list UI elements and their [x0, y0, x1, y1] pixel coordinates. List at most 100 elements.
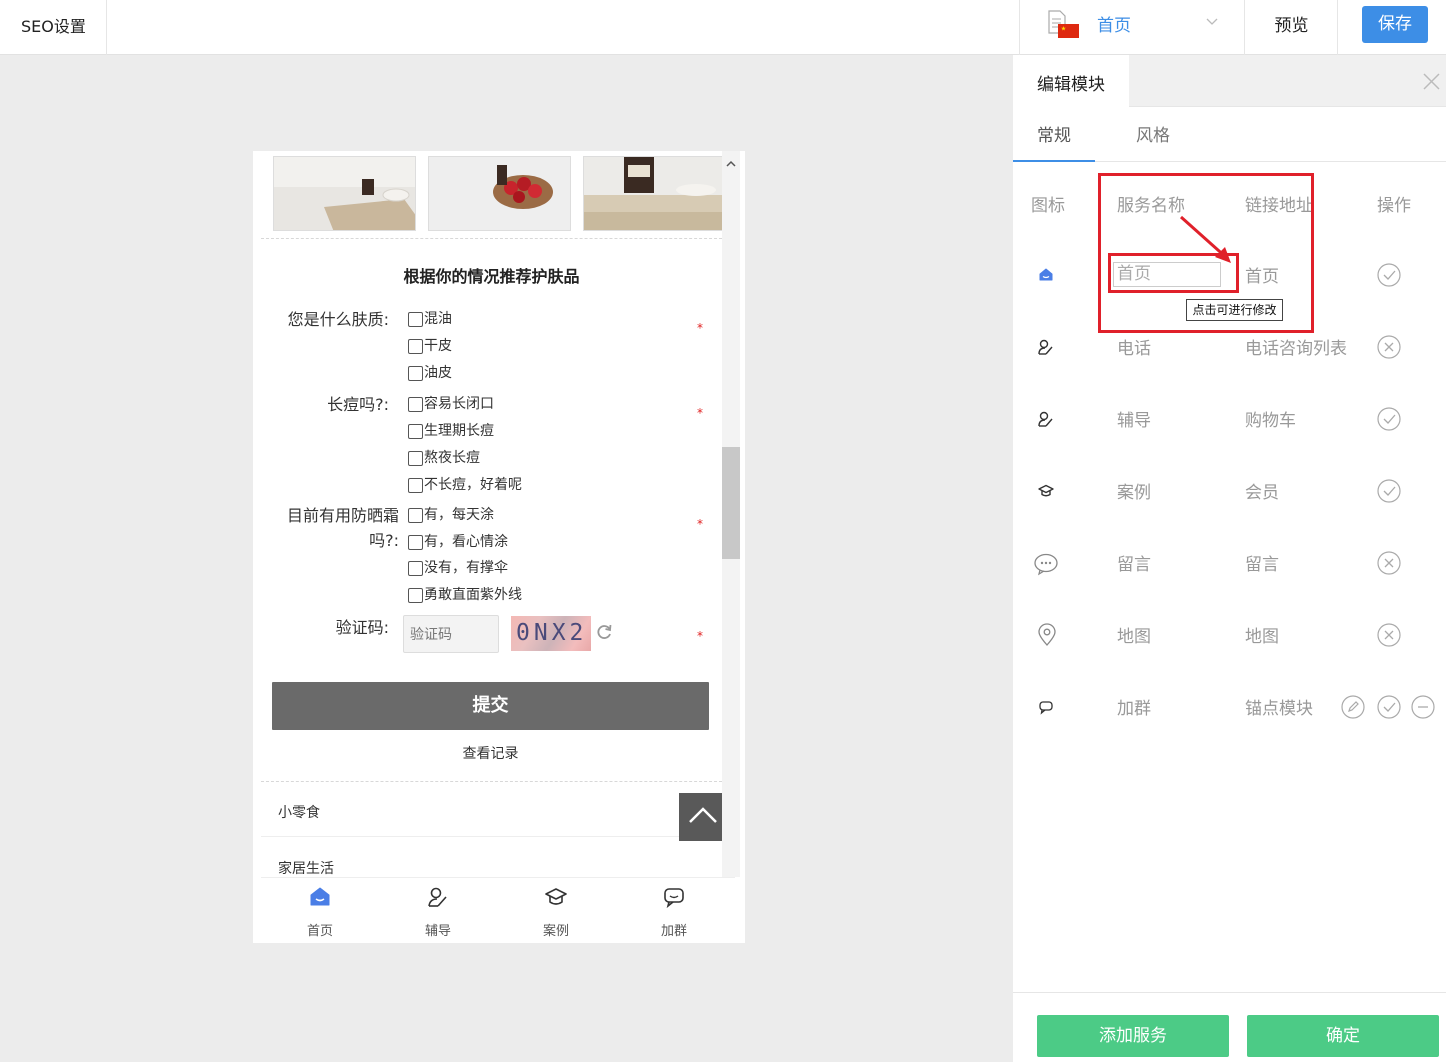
- minus-circle-icon[interactable]: [1411, 695, 1435, 719]
- service-name[interactable]: 地图: [1117, 622, 1151, 647]
- checkbox[interactable]: [408, 365, 423, 381]
- service-name[interactable]: 留言: [1117, 550, 1151, 575]
- option-label: 容易长闭口: [424, 396, 494, 412]
- required-mark: *: [697, 517, 703, 531]
- china-flag-icon: [1058, 24, 1079, 38]
- checkbox[interactable]: [408, 423, 423, 439]
- save-button[interactable]: 保存: [1362, 6, 1428, 43]
- checkbox[interactable]: [408, 477, 423, 493]
- option-label: 不长痘，好着呢: [424, 477, 522, 493]
- view-records-link[interactable]: 查看记录: [272, 743, 709, 763]
- captcha-image[interactable]: 0NX2: [511, 616, 591, 651]
- checkbox[interactable]: [408, 507, 423, 523]
- option-checkbox[interactable]: 混油: [408, 310, 452, 328]
- divider: [261, 781, 722, 782]
- back-to-top-button[interactable]: [679, 793, 727, 841]
- checkbox[interactable]: [408, 450, 423, 466]
- panel-title[interactable]: 编辑模块: [1013, 55, 1129, 108]
- top-bar: SEO设置 首页 预览 保存: [0, 0, 1446, 55]
- page-select-label: 首页: [1097, 16, 1131, 36]
- link-address[interactable]: 留言: [1245, 550, 1279, 575]
- option-checkbox[interactable]: 油皮: [408, 364, 452, 382]
- option-label: 没有，有撑伞: [424, 560, 508, 576]
- option-checkbox[interactable]: 生理期长痘: [408, 422, 494, 440]
- scrollbar-thumb[interactable]: [722, 447, 740, 559]
- user-edit-icon: [1038, 411, 1053, 427]
- chat-dots-icon: [1034, 553, 1058, 576]
- option-checkbox[interactable]: 熬夜长痘: [408, 449, 480, 467]
- option-checkbox[interactable]: 干皮: [408, 337, 452, 355]
- product-thumbnail-2[interactable]: [428, 156, 571, 231]
- tab-general[interactable]: 常规: [1013, 108, 1095, 162]
- home-icon: [310, 887, 330, 906]
- check-circle-icon[interactable]: [1377, 263, 1401, 287]
- check-circle-icon[interactable]: [1377, 407, 1401, 431]
- close-icon[interactable]: [1423, 73, 1440, 90]
- panel-subtabs: 常规 风格: [1013, 108, 1446, 162]
- link-address[interactable]: 锚点模块: [1245, 694, 1313, 719]
- link-address[interactable]: 会员: [1245, 478, 1279, 503]
- product-image-2: [429, 157, 570, 230]
- checkbox[interactable]: [408, 587, 423, 603]
- question-label-sunscreen: 目前有用防晒霜 吗?:: [263, 504, 399, 553]
- tab-home[interactable]: 首页: [261, 878, 379, 943]
- option-checkbox[interactable]: 不长痘，好着呢: [408, 476, 522, 494]
- checkbox[interactable]: [408, 560, 423, 576]
- tab-tutoring[interactable]: 辅导: [379, 878, 497, 943]
- link-address[interactable]: 购物车: [1245, 406, 1296, 431]
- service-name[interactable]: 加群: [1117, 694, 1151, 719]
- cross-circle-icon[interactable]: [1377, 335, 1401, 359]
- checkbox[interactable]: [408, 311, 423, 327]
- panel-footer: 添加服务 确定: [1013, 992, 1446, 1062]
- scrollbar[interactable]: [722, 151, 740, 877]
- refresh-icon[interactable]: [595, 623, 613, 641]
- add-service-button[interactable]: 添加服务: [1037, 1015, 1229, 1057]
- required-mark: *: [697, 406, 703, 420]
- product-thumbnail-3[interactable]: [583, 156, 726, 231]
- option-checkbox[interactable]: 勇敢直面紫外线: [408, 586, 522, 604]
- check-circle-icon[interactable]: [1377, 695, 1401, 719]
- edit-pen-icon[interactable]: [1341, 695, 1365, 719]
- option-label: 生理期长痘: [424, 423, 494, 439]
- option-label: 干皮: [424, 338, 452, 354]
- chat-bubble-icon: [1039, 701, 1053, 715]
- service-name[interactable]: 辅导: [1117, 406, 1151, 431]
- tab-join-group[interactable]: 加群: [615, 878, 733, 943]
- required-mark: *: [697, 629, 703, 643]
- service-name[interactable]: 案例: [1117, 478, 1151, 503]
- list-item[interactable]: 家居生活: [278, 858, 334, 878]
- tab-label: 加群: [660, 924, 687, 939]
- tab-label: 辅导: [424, 924, 451, 939]
- seo-settings-tab[interactable]: SEO设置: [0, 0, 107, 55]
- edit-tooltip: 点击可进行修改: [1186, 299, 1283, 321]
- scroll-up-arrow-icon[interactable]: [726, 160, 736, 167]
- confirm-button[interactable]: 确定: [1247, 1015, 1439, 1057]
- captcha-input[interactable]: 验证码: [403, 615, 499, 653]
- checkbox[interactable]: [408, 338, 423, 354]
- mobile-preview: 根据你的情况推荐护肤品 您是什么肤质: 混油 干皮 油皮 * 长痘吗?: 容易长…: [253, 151, 745, 943]
- page-select-dropdown[interactable]: 首页: [1019, 0, 1245, 55]
- service-name[interactable]: 电话: [1117, 334, 1151, 359]
- cross-circle-icon[interactable]: [1377, 623, 1401, 647]
- option-checkbox[interactable]: 有，每天涂: [408, 506, 494, 524]
- option-checkbox[interactable]: 容易长闭口: [408, 395, 494, 413]
- option-checkbox[interactable]: 有，看心情涂: [408, 533, 508, 551]
- checkbox[interactable]: [408, 534, 423, 550]
- tab-style[interactable]: 风格: [1119, 108, 1187, 162]
- checkbox[interactable]: [408, 396, 423, 412]
- question-label-acne: 长痘吗?:: [327, 395, 389, 414]
- column-header-icon: 图标: [1031, 196, 1065, 216]
- divider: [261, 238, 722, 239]
- form-title: 根据你的情况推荐护肤品: [403, 267, 580, 286]
- link-address[interactable]: 地图: [1245, 622, 1279, 647]
- cross-circle-icon[interactable]: [1377, 551, 1401, 575]
- list-item[interactable]: 小零食: [278, 802, 320, 822]
- option-label: 油皮: [424, 365, 452, 381]
- submit-button[interactable]: 提交: [272, 682, 709, 730]
- link-address[interactable]: 电话咨询列表: [1245, 334, 1347, 359]
- check-circle-icon[interactable]: [1377, 479, 1401, 503]
- option-checkbox[interactable]: 没有，有撑伞: [408, 559, 508, 577]
- product-thumbnail-1[interactable]: [273, 156, 416, 231]
- tab-cases[interactable]: 案例: [497, 878, 615, 943]
- preview-button[interactable]: 预览: [1246, 0, 1338, 55]
